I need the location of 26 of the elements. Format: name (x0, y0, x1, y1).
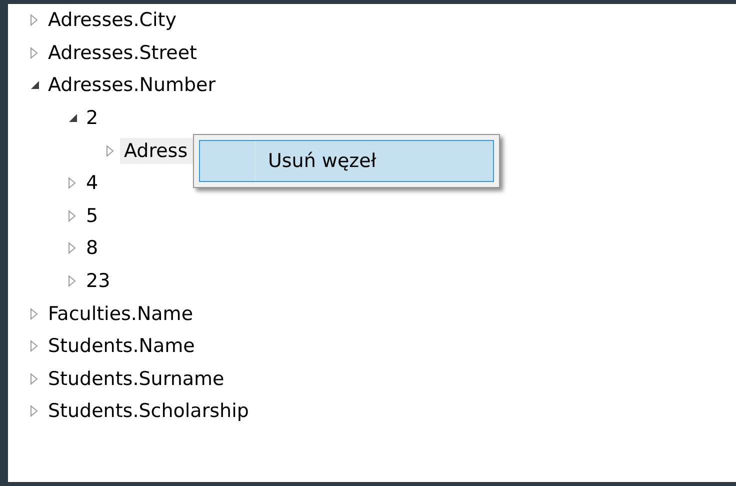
expand-arrow-icon[interactable] (68, 242, 76, 254)
expand-arrow-icon[interactable] (30, 46, 38, 59)
tree-item[interactable]: Adresses.Street (44, 40, 201, 66)
expand-arrow-icon[interactable] (30, 405, 38, 418)
tree-item[interactable]: 5 (82, 202, 102, 229)
tree-item[interactable]: 4 (82, 170, 102, 196)
expand-arrow-icon[interactable] (30, 308, 38, 320)
expand-arrow-icon[interactable] (106, 144, 114, 157)
tree-item[interactable]: Students.Name (44, 333, 199, 360)
tree-item[interactable]: 2 (82, 105, 102, 132)
collapse-arrow-icon[interactable] (68, 113, 78, 124)
collapse-arrow-icon[interactable] (30, 80, 40, 90)
menu-item[interactable]: Usuń węzeł (199, 140, 494, 182)
expand-arrow-icon[interactable] (30, 372, 38, 385)
tree-item[interactable]: 8 (82, 235, 102, 262)
expand-arrow-icon[interactable] (68, 210, 76, 222)
tree-item[interactable]: Adresses.Number (44, 72, 220, 98)
tree-item[interactable]: Students.Surname (44, 366, 228, 392)
tree-item[interactable]: 23 (82, 268, 114, 294)
expand-arrow-icon[interactable] (30, 14, 38, 26)
expand-arrow-icon[interactable] (68, 177, 76, 190)
tree-item[interactable]: Adresses.City (44, 7, 180, 34)
expand-arrow-icon[interactable] (68, 275, 76, 288)
expand-arrow-icon[interactable] (30, 340, 38, 352)
tree-item[interactable]: Faculties.Name (44, 300, 198, 327)
tree-item[interactable]: Students.Scholarship (44, 398, 253, 424)
